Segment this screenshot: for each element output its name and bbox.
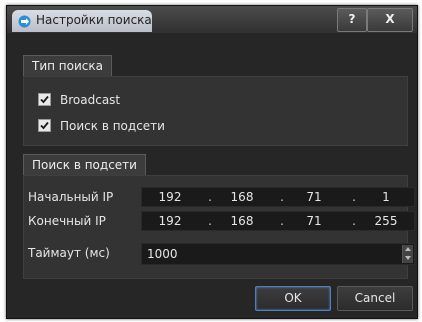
- timeout-spinbox[interactable]: 1000: [141, 243, 415, 265]
- help-icon: ?: [348, 12, 356, 26]
- ok-button-label: OK: [284, 291, 302, 305]
- tab-search-type-label: Тип поиска: [32, 59, 103, 73]
- start-ip-label: Начальный IP: [28, 190, 114, 204]
- tab-search-type[interactable]: Тип поиска: [23, 55, 112, 76]
- help-button[interactable]: ?: [337, 8, 367, 32]
- timeout-spin-buttons: [402, 245, 413, 263]
- end-ip-octet-3[interactable]: 71: [294, 214, 334, 228]
- spin-up-icon[interactable]: [404, 245, 412, 253]
- ip-separator: .: [352, 190, 356, 204]
- broadcast-label: Broadcast: [60, 93, 121, 107]
- end-ip-field[interactable]: 192 . 168 . 71 . 255: [141, 211, 415, 231]
- broadcast-checkbox[interactable]: [38, 93, 51, 106]
- close-icon: X: [385, 12, 395, 26]
- ip-separator: .: [208, 190, 212, 204]
- close-button[interactable]: X: [367, 8, 413, 32]
- ok-button[interactable]: OK: [255, 286, 331, 311]
- start-ip-octet-4[interactable]: 1: [366, 190, 406, 204]
- end-ip-octet-1[interactable]: 192: [150, 214, 190, 228]
- app-icon: [18, 15, 31, 28]
- end-ip-octet-2[interactable]: 168: [222, 214, 262, 228]
- check-icon: [40, 121, 49, 130]
- title-bar[interactable]: Настройки поиска ? X: [7, 6, 417, 33]
- timeout-label: Таймаут (мс): [28, 246, 110, 260]
- window-title: Настройки поиска: [36, 13, 152, 27]
- start-ip-field[interactable]: 192 . 168 . 71 . 1: [141, 187, 415, 207]
- ip-separator: .: [208, 214, 212, 228]
- ip-separator: .: [352, 214, 356, 228]
- ip-separator: .: [280, 190, 284, 204]
- end-ip-label: Конечный IP: [28, 214, 106, 228]
- subnet-checkbox[interactable]: [38, 119, 51, 132]
- cancel-button[interactable]: Cancel: [337, 286, 413, 311]
- subnet-label: Поиск в подсети: [60, 119, 165, 133]
- tab-subnet-search[interactable]: Поиск в подсети: [23, 154, 146, 175]
- cancel-button-label: Cancel: [354, 291, 396, 305]
- check-icon: [40, 95, 49, 104]
- title-tab: Настройки поиска: [12, 10, 152, 32]
- ip-separator: .: [280, 214, 284, 228]
- subnet-search-panel: Начальный IP 192 . 168 . 71 . 1 Конечный…: [23, 175, 415, 279]
- end-ip-octet-4[interactable]: 255: [366, 214, 406, 228]
- search-type-panel: Broadcast Поиск в подсети: [23, 76, 408, 146]
- start-ip-octet-2[interactable]: 168: [222, 190, 262, 204]
- start-ip-octet-1[interactable]: 192: [150, 190, 190, 204]
- timeout-value[interactable]: 1000: [147, 247, 178, 261]
- tab-subnet-search-label: Поиск в подсети: [32, 158, 137, 172]
- start-ip-octet-3[interactable]: 71: [294, 190, 334, 204]
- search-settings-dialog: Настройки поиска ? X Тип поиска Broadcas…: [6, 5, 418, 319]
- spin-down-icon[interactable]: [404, 254, 412, 262]
